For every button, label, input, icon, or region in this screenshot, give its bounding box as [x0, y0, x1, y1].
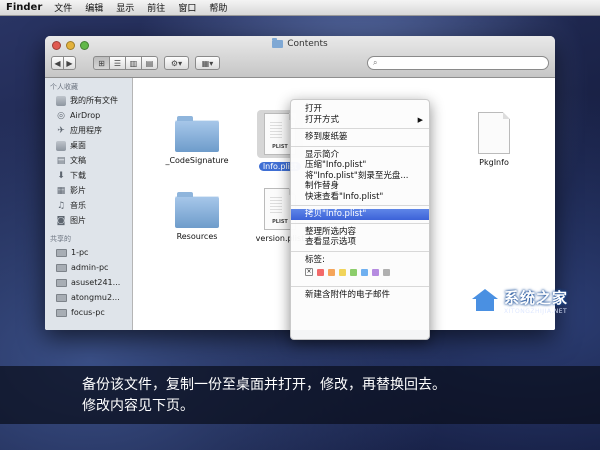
- sidebar-item-movies[interactable]: ▦ 影片: [45, 183, 132, 198]
- menu-separator: [291, 205, 429, 206]
- menu-item-open-with[interactable]: 打开方式 ▶: [291, 115, 429, 126]
- applications-icon: ✈: [57, 125, 65, 136]
- sidebar: 个人收藏 我的所有文件 ◎ AirDrop ✈ 应用程序 桌面 ▤ 文稿 ⬇ 下载 ▦ 影…: [45, 78, 133, 330]
- menu-item-open[interactable]: 打开: [291, 104, 429, 115]
- sidebar-item-desktop[interactable]: 桌面: [45, 138, 132, 153]
- menu-window[interactable]: 窗口: [178, 1, 196, 14]
- title-bar: Contents ◀ ▶ ⊞ ☰ ▥ ▤ ⚙▾ ▦▾ ⌕: [45, 36, 555, 78]
- tag-purple-button[interactable]: [372, 268, 379, 276]
- tag-orange-button[interactable]: [328, 268, 335, 276]
- file-item[interactable]: PkgInfo: [449, 112, 539, 167]
- tag-blue-button[interactable]: [361, 268, 368, 276]
- sidebar-header-shared: 共享的: [50, 235, 71, 243]
- forward-button[interactable]: ▶: [63, 56, 76, 70]
- tag-gray-button[interactable]: [383, 268, 390, 276]
- folder-icon: [175, 116, 219, 152]
- menu-separator: [291, 145, 429, 147]
- menu-file[interactable]: 文件: [54, 1, 72, 14]
- watermark-subtitle: XITONGZHIJIA.NET: [504, 308, 568, 315]
- menu-app-finder[interactable]: Finder: [6, 2, 42, 13]
- menu-separator: [291, 222, 429, 224]
- menu-item-compress[interactable]: 压缩"Info.plist": [291, 160, 429, 171]
- sidebar-item-applications[interactable]: ✈ 应用程序: [45, 123, 132, 138]
- list-view-button[interactable]: ☰: [109, 56, 126, 70]
- sidebar-header-favorites: 个人收藏: [50, 83, 78, 91]
- menu-bar: Finder 文件 编辑 显示 前往 窗口 帮助: [0, 0, 600, 16]
- computer-icon: [56, 293, 67, 302]
- icon-view-button[interactable]: ⊞: [93, 56, 110, 70]
- computer-icon: [56, 263, 67, 272]
- menu-item-make-alias[interactable]: 制作替身: [291, 181, 429, 192]
- sidebar-item-airdrop[interactable]: ◎ AirDrop: [45, 108, 132, 123]
- coverflow-view-button[interactable]: ▤: [141, 56, 158, 70]
- menu-separator: [291, 250, 429, 252]
- menu-item-quick-look[interactable]: 快速查看"Info.plist": [291, 192, 429, 203]
- computer-icon: [56, 308, 67, 317]
- menu-separator: [291, 128, 429, 129]
- file-name: _CodeSignature: [165, 156, 229, 165]
- tag-yellow-button[interactable]: [339, 268, 346, 276]
- file-item[interactable]: Resources: [152, 192, 242, 241]
- menu-item-get-info[interactable]: 显示简介: [291, 150, 429, 161]
- column-view-button[interactable]: ▥: [125, 56, 142, 70]
- house-logo-icon: [470, 289, 500, 313]
- sidebar-item-all-files[interactable]: 我的所有文件: [45, 93, 132, 108]
- menu-view[interactable]: 显示: [116, 1, 134, 14]
- all-files-icon: [56, 95, 66, 106]
- downloads-icon: ⬇: [57, 170, 65, 181]
- sidebar-item-shared-pc[interactable]: asuset241...: [45, 275, 132, 290]
- caption-band: 备份该文件，复制一份至桌面并打开，修改，再替换回去。 修改内容见下页。: [0, 366, 600, 424]
- documents-icon: ▤: [56, 155, 66, 166]
- menu-help[interactable]: 帮助: [209, 1, 227, 14]
- file-item[interactable]: _CodeSignature: [152, 116, 242, 165]
- file-name: PkgInfo: [479, 158, 509, 167]
- menu-edit[interactable]: 编辑: [85, 1, 103, 14]
- sidebar-item-shared-pc[interactable]: 1-pc: [45, 245, 132, 260]
- computer-icon: [56, 278, 67, 287]
- menu-separator: [291, 286, 429, 287]
- context-menu: 打开 打开方式 ▶ 移到废纸篓 显示简介 压缩"Info.plist" 将"Inf…: [290, 99, 430, 340]
- sidebar-item-music[interactable]: ♫ 音乐: [45, 198, 132, 213]
- pictures-icon: ◙: [56, 215, 66, 226]
- action-gear-button[interactable]: ⚙▾: [164, 56, 189, 70]
- movies-icon: ▦: [56, 185, 66, 196]
- sidebar-item-shared-pc[interactable]: atongmu2...: [45, 290, 132, 305]
- sidebar-item-documents[interactable]: ▤ 文稿: [45, 153, 132, 168]
- desktop-icon: [56, 140, 66, 151]
- menu-go[interactable]: 前往: [147, 1, 165, 14]
- tag-green-button[interactable]: [350, 268, 357, 276]
- tag-red-button[interactable]: [317, 268, 324, 276]
- watermark-title: 系统之家: [504, 289, 569, 307]
- menu-item-new-email[interactable]: 新建含附件的电子邮件: [291, 290, 429, 301]
- document-file-icon: [478, 112, 510, 154]
- window-title: Contents: [45, 38, 555, 49]
- computer-icon: [56, 248, 67, 257]
- submenu-arrow-icon: ▶: [417, 115, 423, 124]
- tag-none-button[interactable]: ×: [305, 268, 313, 276]
- menu-item-view-options[interactable]: 查看显示选项: [291, 237, 429, 248]
- tag-colors: ×: [291, 267, 429, 277]
- sidebar-item-shared-pc[interactable]: focus-pc: [45, 305, 132, 320]
- search-field[interactable]: ⌕: [367, 56, 549, 70]
- folder-icon: [175, 192, 219, 228]
- search-icon: ⌕: [373, 58, 378, 67]
- airdrop-icon: ◎: [57, 110, 65, 121]
- file-name: Resources: [176, 232, 218, 241]
- menu-label-tags: 标签:: [305, 254, 325, 265]
- menu-item-burn[interactable]: 将"Info.plist"刻录至光盘...: [291, 171, 429, 182]
- menu-item-copy[interactable]: 拷贝"Info.plist": [291, 209, 429, 220]
- menu-item-clean-up[interactable]: 整理所选内容: [291, 227, 429, 238]
- menu-item-move-to-trash[interactable]: 移到废纸篓: [291, 132, 429, 143]
- music-icon: ♫: [56, 200, 66, 211]
- sidebar-item-shared-pc[interactable]: admin-pc: [45, 260, 132, 275]
- folder-icon: [272, 38, 284, 48]
- watermark-logo: 系统之家 XITONGZHIJIA.NET: [470, 287, 568, 315]
- sidebar-item-downloads[interactable]: ⬇ 下载: [45, 168, 132, 183]
- caption-line-2: 修改内容见下页。: [82, 398, 194, 414]
- arrange-button[interactable]: ▦▾: [195, 56, 220, 70]
- toolbar: ◀ ▶ ⊞ ☰ ▥ ▤ ⚙▾ ▦▾ ⌕: [51, 53, 549, 73]
- sidebar-item-pictures[interactable]: ◙ 图片: [45, 213, 132, 228]
- window-title-text: Contents: [287, 39, 328, 49]
- caption-line-1: 备份该文件，复制一份至桌面并打开，修改，再替换回去。: [82, 377, 446, 393]
